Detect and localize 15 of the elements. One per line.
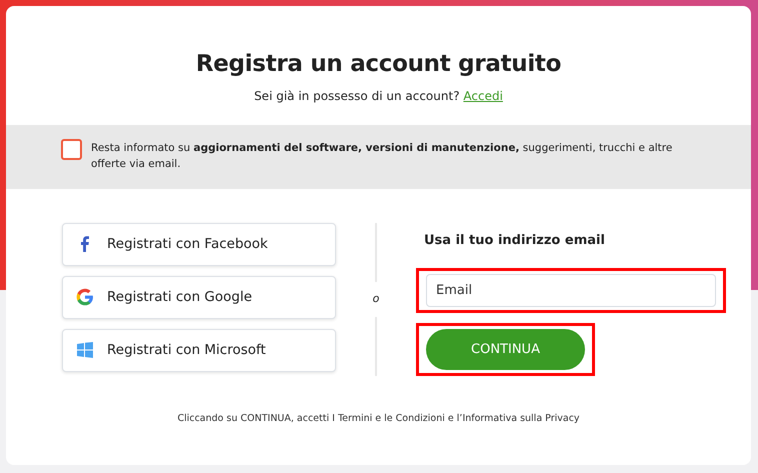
social-signup-button[interactable]: Registrati con Microsoft (62, 328, 336, 372)
terms-text: Cliccando su CONTINUA, accetti I Termini e le Condizioni e l’Informativa sulla Privacy (176, 412, 581, 426)
social-signup-button[interactable]: Registrati con Google (62, 276, 336, 319)
separator-text: o (372, 291, 380, 308)
login-link[interactable]: Accedi (463, 88, 503, 103)
continue-button[interactable]: CONTINUA (426, 329, 585, 370)
page-title: Registra un account gratuito (194, 50, 562, 79)
email-heading: Usa il tuo indirizzo email (424, 232, 606, 250)
email-field[interactable]: Email (426, 274, 716, 308)
newsletter-checkbox[interactable] (61, 138, 82, 160)
login-prompt: Sei già in possesso di un account? (254, 88, 460, 103)
letter-g-icon (75, 287, 95, 308)
social-signup-button[interactable]: Registrati con Facebook (62, 222, 336, 266)
newsletter-text: Resta informato su aggiornamenti del software, versioni di manutenzione, suggerimenti, trucchi e altre offerte via email. (91, 140, 674, 172)
four-panes-icon (75, 340, 95, 360)
